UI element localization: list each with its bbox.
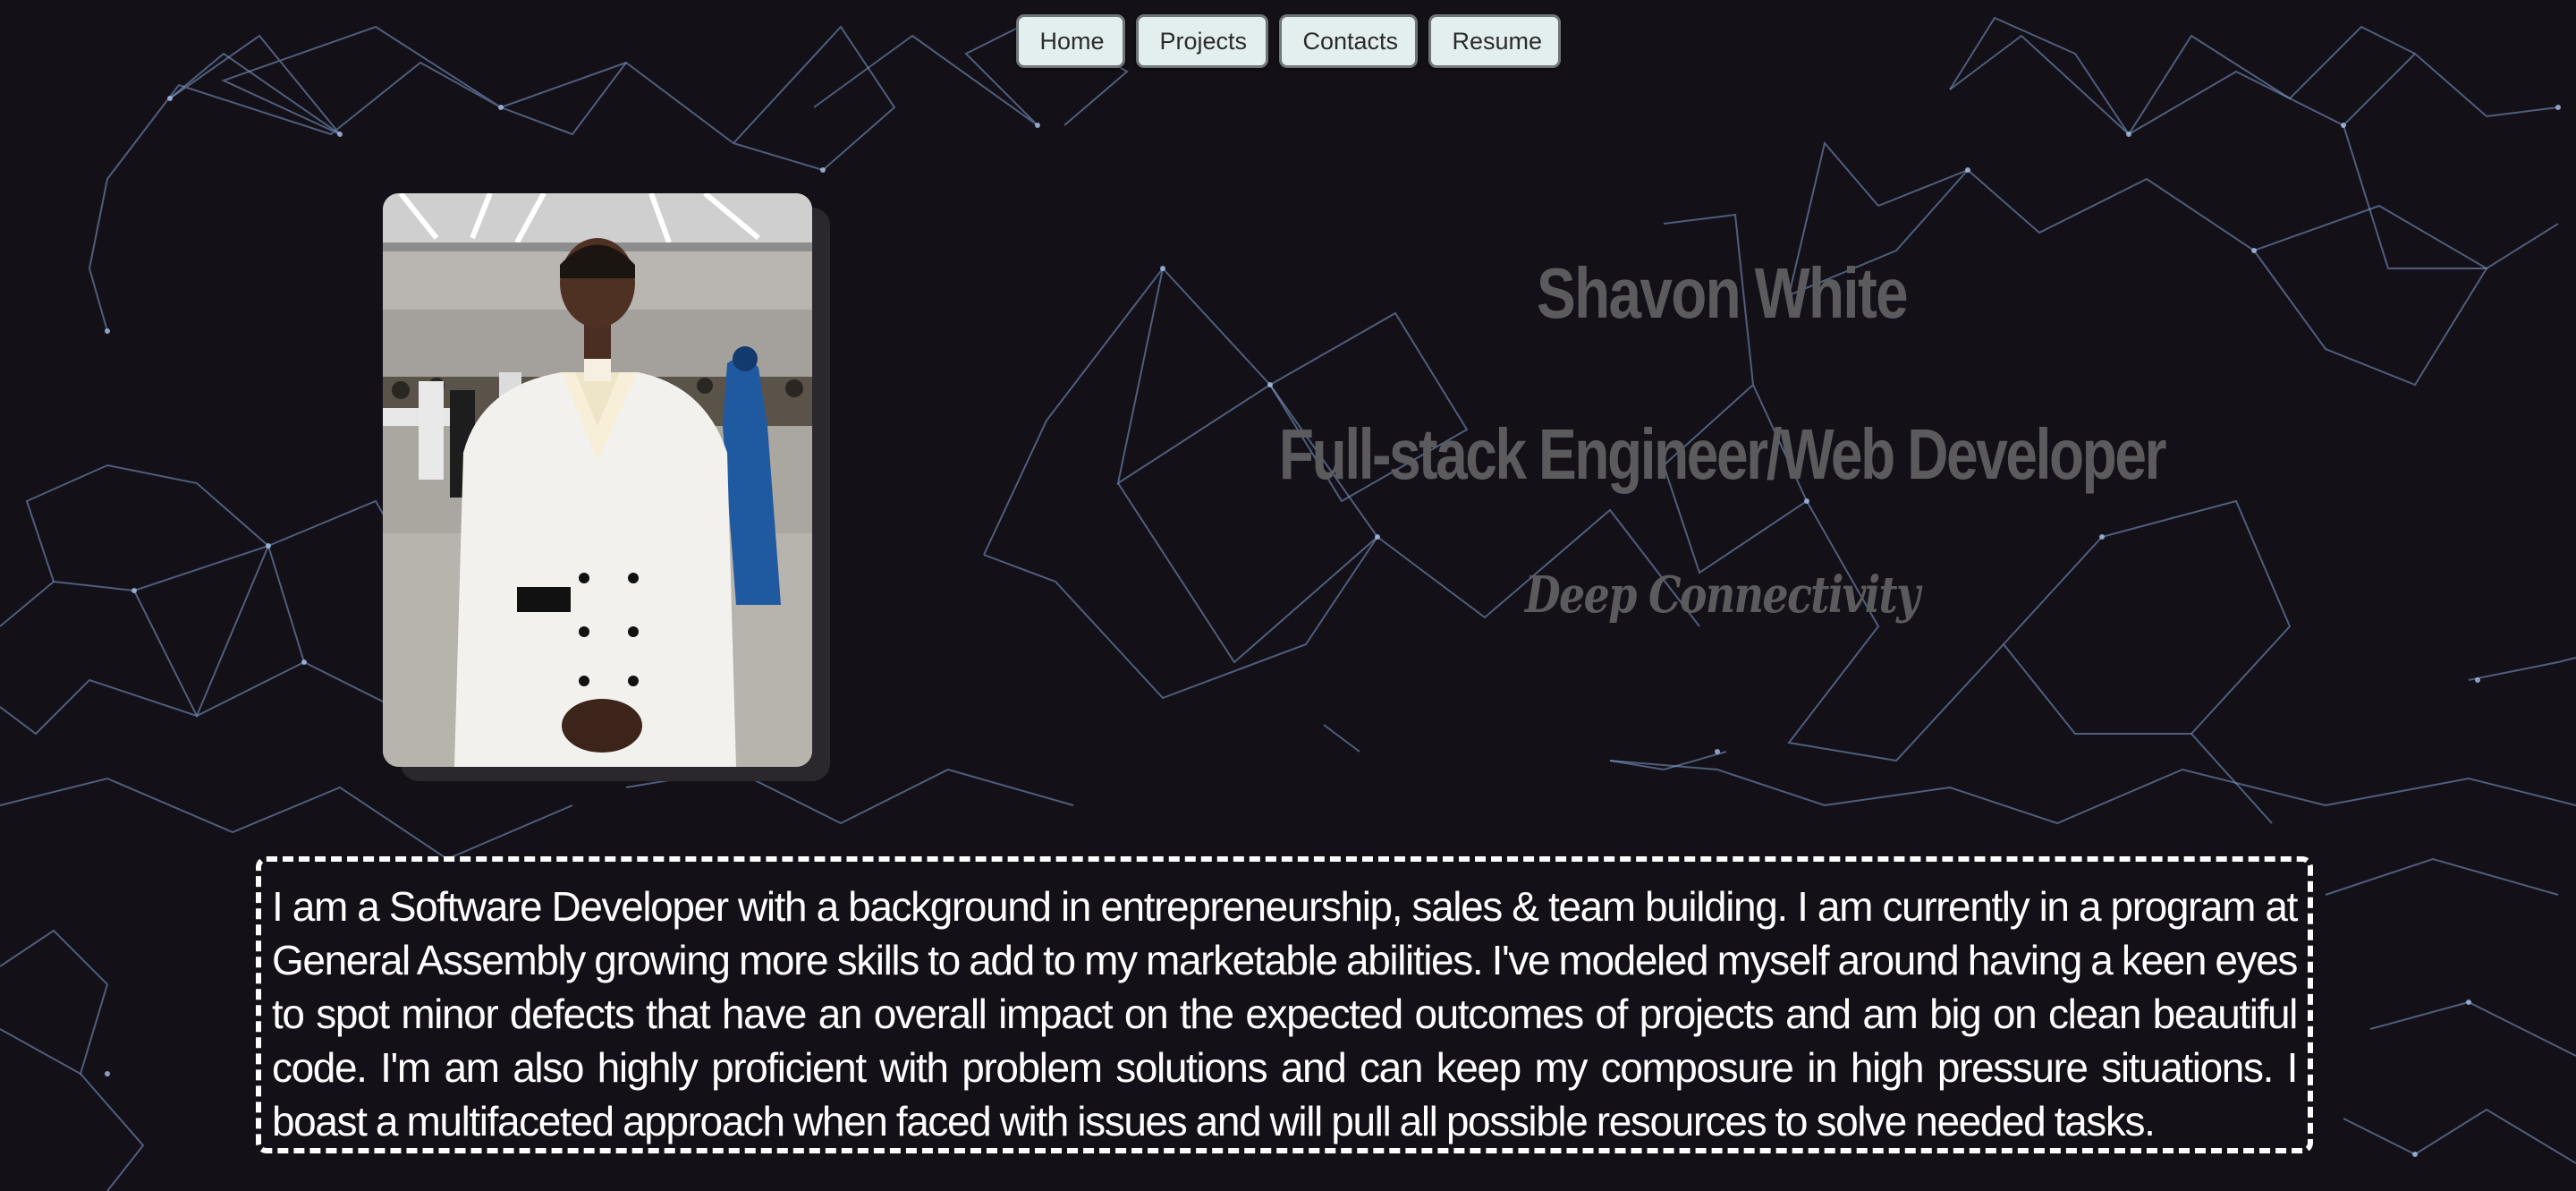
hero-title: Full-stack Engineer/Web Developer	[1278, 414, 2167, 494]
nav-resume-button[interactable]: Resume	[1428, 14, 1561, 68]
hero-tagline: Deep Connectivity	[1524, 566, 1920, 625]
profile-photo	[383, 193, 812, 767]
nav-home-button[interactable]: Home	[1015, 14, 1125, 68]
bio-text: I am a Software Developer with a backgro…	[272, 883, 2298, 1144]
bio-box: I am a Software Developer with a backgro…	[256, 856, 2313, 1153]
nav-projects-button[interactable]: Projects	[1135, 14, 1268, 68]
top-nav: Home Projects Contacts Resume	[0, 14, 2576, 68]
nav-contacts-button[interactable]: Contacts	[1278, 14, 1418, 68]
hero-name: Shavon White	[1536, 253, 1909, 333]
